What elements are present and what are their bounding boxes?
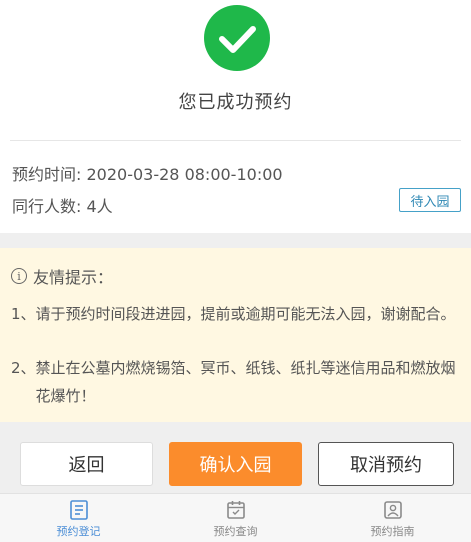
back-button[interactable]: 返回 bbox=[20, 442, 153, 486]
register-icon bbox=[69, 500, 88, 520]
tip-number: 1、 bbox=[11, 305, 36, 323]
check-icon bbox=[204, 5, 270, 71]
success-title: 您已成功预约 bbox=[178, 92, 293, 113]
status-badge: 待入园 bbox=[399, 188, 461, 212]
reservation-time-value: 2020-03-28 08:00-10:00 bbox=[86, 165, 283, 184]
confirm-entry-button[interactable]: 确认入园 bbox=[169, 442, 302, 486]
tab-guide[interactable]: 预约指南 bbox=[314, 494, 471, 542]
tips-panel: i 友情提示： 1、 请于预约时间段进进园，提前或逾期可能无法入园，谢谢配合。 … bbox=[0, 248, 471, 422]
tab-label: 预约查询 bbox=[213, 525, 258, 538]
companion-count-label: 同行人数: bbox=[12, 197, 82, 216]
tip-text: 禁止在公墓内燃烧锡箔、冥币、纸钱、纸扎等迷信用品和燃放烟花爆竹！ bbox=[35, 359, 456, 405]
reservation-time: 预约时间: 2020-03-28 08:00-10:00 bbox=[12, 161, 283, 185]
tip-text: 请于预约时间段进进园，提前或逾期可能无法入园，谢谢配合。 bbox=[35, 305, 456, 323]
divider bbox=[10, 140, 461, 141]
calendar-icon bbox=[226, 501, 245, 519]
tab-label: 预约指南 bbox=[370, 525, 415, 538]
companion-count: 同行人数: 4人 bbox=[12, 193, 113, 217]
reservation-time-label: 预约时间: bbox=[12, 165, 82, 184]
tab-bar: 预约登记 预约查询 预约指南 bbox=[0, 493, 471, 542]
tip-item: 2、 禁止在公墓内燃烧锡箔、冥币、纸钱、纸扎等迷信用品和燃放烟花爆竹！ bbox=[11, 354, 459, 410]
tab-query[interactable]: 预约查询 bbox=[157, 494, 314, 542]
tip-item: 1、 请于预约时间段进进园，提前或逾期可能无法入园，谢谢配合。 bbox=[11, 300, 459, 328]
success-card: 您已成功预约 预约时间: 2020-03-28 08:00-10:00 同行人数… bbox=[0, 0, 471, 233]
guide-icon bbox=[383, 501, 402, 519]
tab-register[interactable]: 预约登记 bbox=[0, 494, 157, 542]
companion-count-value: 4人 bbox=[86, 197, 113, 216]
tips-header: i 友情提示： bbox=[11, 264, 113, 288]
cancel-reservation-button[interactable]: 取消预约 bbox=[318, 442, 454, 486]
tab-label: 预约登记 bbox=[56, 525, 101, 538]
tips-header-label: 友情提示： bbox=[33, 268, 114, 287]
tip-number: 2、 bbox=[11, 359, 36, 377]
info-icon: i bbox=[11, 268, 27, 284]
